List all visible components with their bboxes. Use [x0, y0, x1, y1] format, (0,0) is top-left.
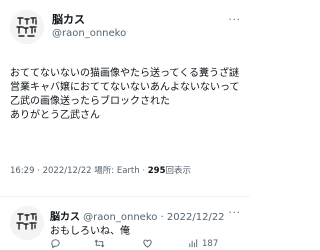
reply-text: おもしろいね、俺: [50, 226, 130, 237]
reply-views-count: 187: [202, 238, 219, 249]
tweet-time-date[interactable]: 16:29 · 2022/12/22 場所: Earth ·: [10, 166, 148, 176]
reply-header: 脳カス @raon_onneko · 2022/12/22: [50, 208, 225, 223]
views-label: 回表示: [165, 166, 192, 176]
avatar[interactable]: [10, 10, 44, 44]
avatar-image: [10, 10, 44, 44]
tweet-text: おててないないの猫画像やたら送ってくる糞うざ謎 営業キャバ嬢におててないないあん…: [10, 68, 240, 121]
divider: [0, 196, 250, 197]
display-name[interactable]: 脳カス: [52, 11, 85, 27]
more-icon[interactable]: ···: [228, 208, 241, 219]
tweet-meta: 16:29 · 2022/12/22 場所: Earth · 295回表示: [10, 164, 191, 176]
reply-avatar[interactable]: [10, 206, 44, 240]
avatar-image: [10, 206, 44, 240]
more-icon[interactable]: ···: [228, 15, 241, 26]
views-count: 295: [147, 166, 166, 176]
user-handle[interactable]: @raon_onneko: [52, 28, 126, 39]
